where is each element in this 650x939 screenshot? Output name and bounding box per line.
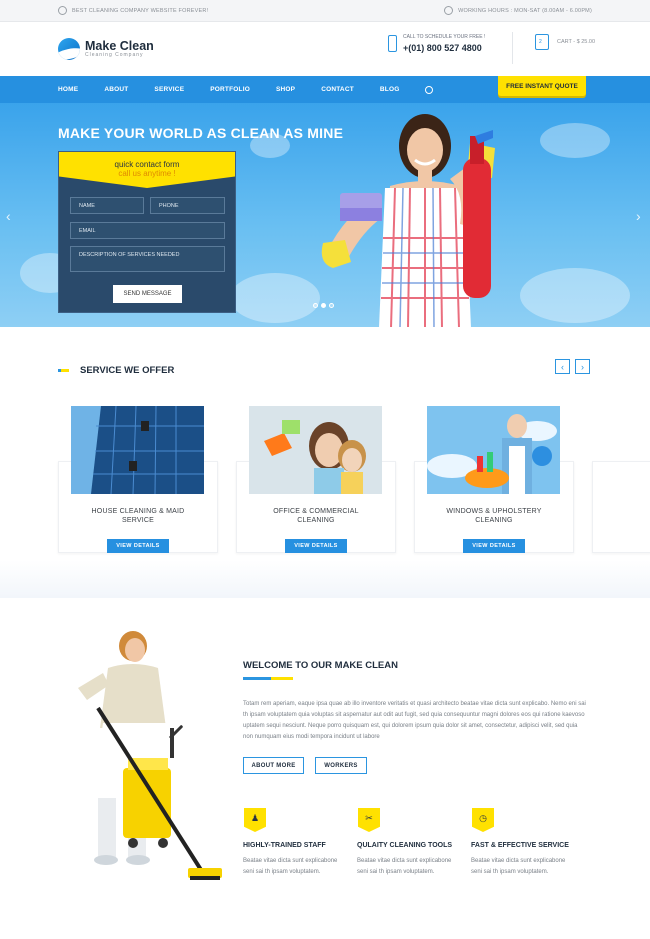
hero-slider: MAKE YOUR WORLD AS CLEAN AS MINE quick c… (0, 103, 650, 327)
search-icon[interactable] (425, 85, 434, 94)
staff-icon: ♟ (244, 808, 266, 832)
view-details-button[interactable]: VIEW DETAILS (285, 539, 347, 553)
slider-dot-active[interactable] (321, 303, 326, 308)
service-title-line: HOUSE CLEANING & MAID (91, 508, 185, 515)
title-underline (243, 677, 293, 680)
squeegee-icon (58, 369, 74, 372)
workers-button[interactable]: WORKERS (315, 757, 367, 774)
shopping-bag-icon[interactable]: 2 (535, 34, 549, 50)
slider-dot[interactable] (313, 303, 318, 308)
service-title-line: WINDOWS & UPHOLSTERY (446, 508, 542, 515)
service-title-line: CLEANING (297, 517, 335, 524)
section-divider-band (0, 560, 650, 598)
maid-with-mop-image (78, 631, 222, 880)
services-title: SERVICE WE OFFER (80, 365, 175, 376)
nav-blog[interactable]: BLOG (380, 86, 400, 93)
cart[interactable]: 2 CART - $ 25.00 (535, 34, 595, 50)
welcome-title: WELCOME TO OUR MAKE CLEAN (243, 660, 398, 671)
tagline: BEST CLEANING COMPANY WEBSITE FOREVER! (72, 7, 209, 14)
logo-title: Make Clean (85, 39, 154, 53)
service-title-line: OFFICE & COMMERCIAL (273, 508, 359, 515)
foam-bubble (230, 273, 320, 323)
slider-next-arrow[interactable]: › (636, 208, 641, 224)
topbar-left: BEST CLEANING COMPANY WEBSITE FOREVER! (58, 6, 208, 15)
tools-icon: ✂ (358, 808, 380, 832)
main-nav: HOME ABOUT SERVICE PORTFOLIO SHOP CONTAC… (0, 76, 650, 103)
clock-icon (444, 6, 454, 15)
welcome-paragraph: Totam rem aperiam, eaque ipsa quae ab il… (243, 701, 586, 740)
top-bar: BEST CLEANING COMPANY WEBSITE FOREVER! W… (0, 0, 650, 22)
form-header: quick contact form call us anytime ! (59, 152, 235, 188)
clock-icon: ◷ (472, 808, 494, 832)
feature-description: Beatae vitae dicta sunt explicabone seni… (471, 858, 566, 875)
service-title: HOUSE CLEANING & MAID SERVICE (58, 507, 218, 525)
services-heading: SERVICE WE OFFER (58, 365, 174, 376)
nav-shop[interactable]: SHOP (276, 86, 295, 93)
nav-home[interactable]: HOME (58, 86, 78, 93)
services-prev-button[interactable]: ‹ (555, 359, 570, 374)
service-card-partial (592, 461, 650, 553)
logo-mark-icon (58, 38, 80, 60)
phone-field[interactable]: PHONE (150, 197, 225, 214)
slider-prev-arrow[interactable]: ‹ (6, 208, 11, 224)
send-message-button[interactable]: SEND MESSAGE (113, 285, 182, 303)
nav-contact[interactable]: CONTACT (321, 86, 354, 93)
cleaning-woman-image (321, 114, 495, 327)
name-field[interactable]: NAME (70, 197, 144, 214)
feature-description: Beatae vitae dicta sunt explicabone seni… (243, 858, 338, 875)
cart-count: 2 (539, 39, 542, 45)
form-subtitle: call us anytime ! (118, 169, 176, 178)
working-hours: WORKING HOURS : MON-SAT (8.00AM - 6.00PM… (458, 7, 592, 14)
feature-description: Beatae vitae dicta sunt explicabone seni… (357, 858, 452, 875)
service-title-line: CLEANING (475, 517, 513, 524)
email-field[interactable]: EMAIL (70, 222, 225, 239)
office-cleaning-image[interactable] (249, 406, 382, 494)
service-title-line: SERVICE (121, 517, 154, 524)
windows-cleaning-image[interactable] (427, 406, 560, 494)
nav-service[interactable]: SERVICE (154, 86, 184, 93)
header-divider (512, 32, 513, 64)
call-label: CALL TO SCHEDULE YOUR FREE ! (403, 34, 486, 40)
logo-subtitle: Cleaning Company (85, 52, 144, 58)
logo[interactable]: Make Clean Cleaning Company (58, 38, 154, 60)
slider-dots (313, 303, 334, 308)
feature-title: FAST & EFFECTIVE SERVICE (471, 842, 569, 849)
topbar-right: WORKING HOURS : MON-SAT (8.00AM - 6.00PM… (444, 6, 592, 15)
free-quote-button[interactable]: FREE INSTANT QUOTE (498, 76, 586, 96)
phone-number[interactable]: +(01) 800 527 4800 (403, 43, 485, 53)
foam-bubble (520, 268, 630, 323)
service-title: OFFICE & COMMERCIAL CLEANING (236, 507, 396, 525)
hero-title: MAKE YOUR WORLD AS CLEAN AS MINE (58, 125, 344, 141)
thumbs-up-icon (58, 6, 67, 15)
about-more-button[interactable]: ABOUT MORE (243, 757, 304, 774)
nav-portfolio[interactable]: PORTFOLIO (210, 86, 250, 93)
view-details-button[interactable]: VIEW DETAILS (463, 539, 525, 553)
feature-title: QULAITY CLEANING TOOLS (357, 842, 453, 849)
services-next-button[interactable]: › (575, 359, 590, 374)
house-cleaning-image[interactable] (71, 406, 204, 494)
service-title: WINDOWS & UPHOLSTERY CLEANING (414, 507, 574, 525)
description-field[interactable]: DESCRIPTION OF SERVICES NEEDED (70, 246, 225, 272)
feature-title: HIGHLY-TRAINED STAFF (243, 842, 326, 849)
quick-contact-form: quick contact form call us anytime ! NAM… (58, 151, 236, 313)
slider-dot[interactable] (329, 303, 334, 308)
nav-about[interactable]: ABOUT (104, 86, 128, 93)
phone-block: CALL TO SCHEDULE YOUR FREE ! +(01) 800 5… (388, 34, 485, 53)
foam-bubble (540, 123, 610, 158)
form-title: quick contact form (114, 160, 180, 169)
cart-total[interactable]: CART - $ 25.00 (557, 39, 595, 45)
view-details-button[interactable]: VIEW DETAILS (107, 539, 169, 553)
mobile-phone-icon (388, 35, 397, 52)
site-header: Make Clean Cleaning Company CALL TO SCHE… (0, 22, 650, 76)
